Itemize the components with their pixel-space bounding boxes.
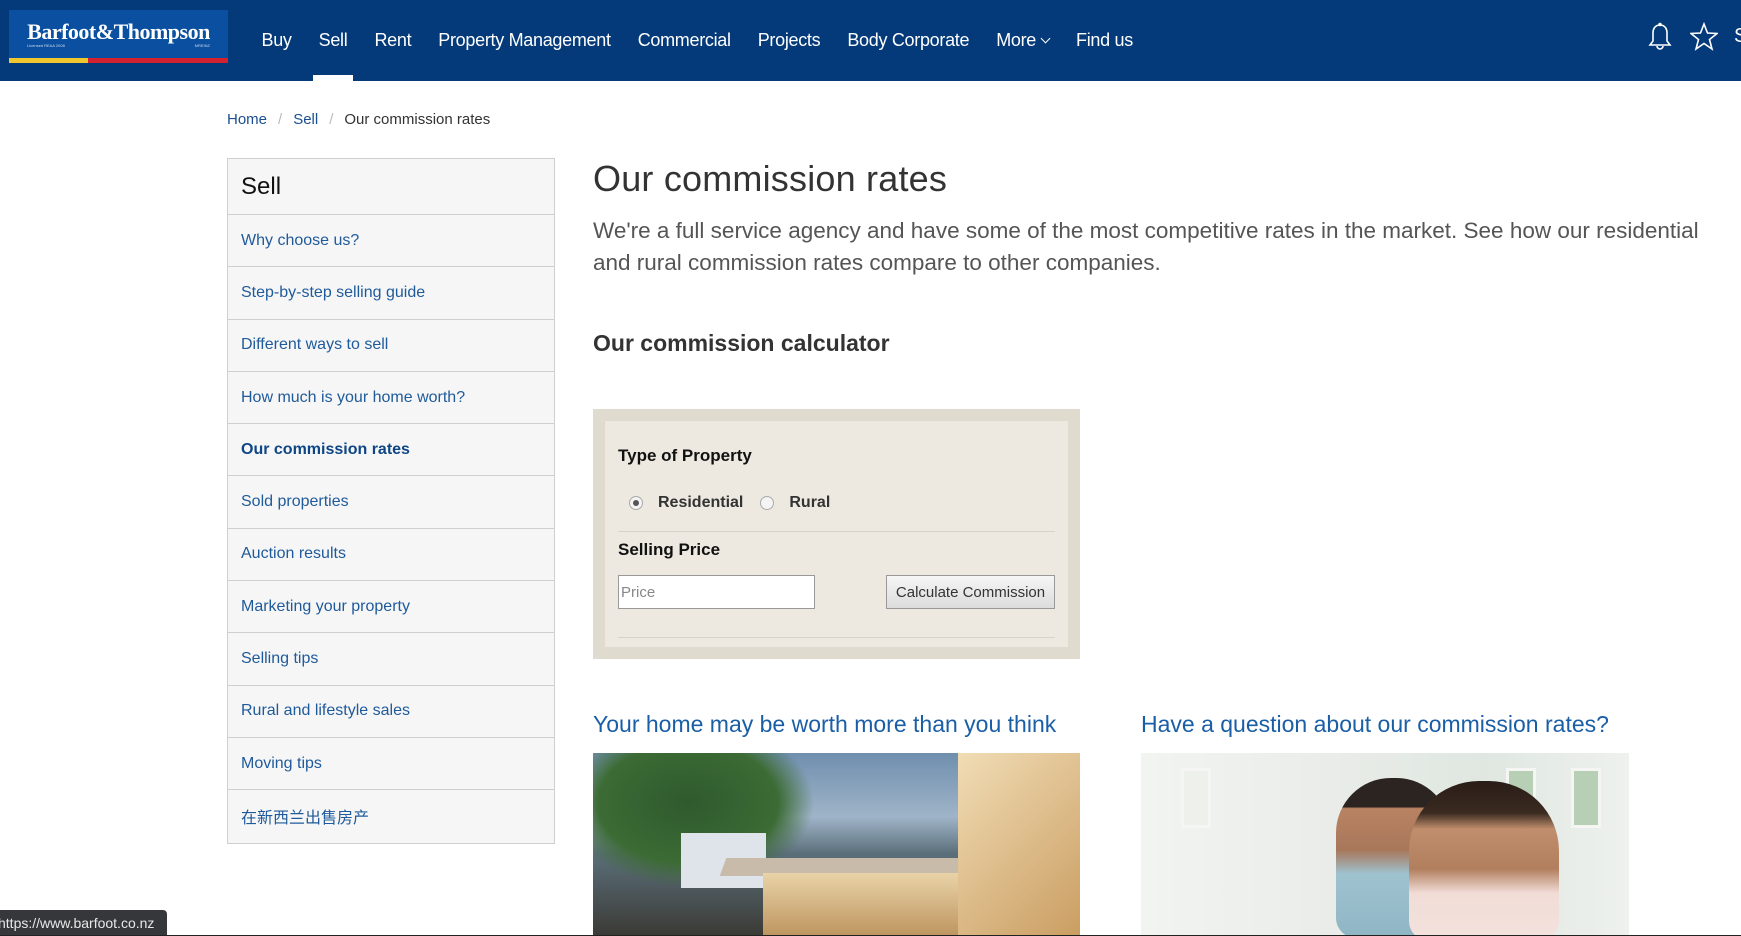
calculator-divider [618,531,1055,532]
house-exterior-image[interactable] [593,753,1080,936]
breadcrumb-home[interactable]: Home [227,111,267,128]
sidebar-title: Sell [228,159,554,215]
logo-stripe [9,58,228,63]
radio-rural-label[interactable]: Rural [789,494,830,512]
sidebar-item-marketing[interactable]: Marketing your property [228,581,554,634]
price-input[interactable] [618,575,815,609]
calculator-heading: Our commission calculator [593,330,890,356]
radio-residential-label[interactable]: Residential [658,494,743,512]
nav-find-us-label: Find us [1076,30,1133,50]
breadcrumb-sell[interactable]: Sell [293,111,318,128]
logo-mreinz-text: MREINZ [194,43,210,48]
sidebar-item-auction-results[interactable]: Auction results [228,529,554,582]
property-type-radio-group: Residential Rural [629,494,847,512]
radio-rural[interactable] [760,496,775,510]
sidebar-item-moving-tips[interactable]: Moving tips [228,738,554,791]
sidebar-item-selling-tips[interactable]: Selling tips [228,633,554,686]
image-wing-shape [958,753,1080,936]
sidebar-item-home-worth[interactable]: How much is your home worth? [228,372,554,425]
type-of-property-label: Type of Property [618,446,752,465]
nav-buy[interactable]: Buy [248,0,305,81]
sidebar-item-sold-properties[interactable]: Sold properties [228,476,554,529]
bell-icon[interactable] [1647,22,1673,52]
sidebar-item-chinese-selling[interactable]: 在新西兰出售房产 [228,790,554,842]
calculate-commission-button[interactable]: Calculate Commission [886,575,1055,609]
commission-calculator: Type of Property Residential Rural Selli… [593,409,1080,659]
sidebar-item-rural-lifestyle[interactable]: Rural and lifestyle sales [228,686,554,738]
image-window-shape [1571,768,1601,828]
calculator-panel: Type of Property Residential Rural Selli… [605,421,1068,647]
star-icon[interactable] [1688,21,1720,52]
nav-rent[interactable]: Rent [361,0,425,81]
card-title-home-worth[interactable]: Your home may be worth more than you thi… [593,711,1056,738]
sell-sidebar-menu: Sell Why choose us? Step-by-step selling… [227,158,555,844]
chevron-down-icon [1040,33,1051,43]
nav-body-corporate-label: Body Corporate [847,30,970,50]
nav-find-us[interactable]: Find us [1063,0,1147,81]
couple-image[interactable] [1141,753,1629,936]
nav-commercial[interactable]: Commercial [624,0,744,81]
nav-property-management[interactable]: Property Management [425,0,624,81]
main-nav: Buy Sell Rent Property Management Commer… [248,0,1146,81]
logo-license-text: Licensed REAA 2008 [27,43,65,48]
breadcrumb-separator: / [278,111,283,128]
image-woman-shape [1409,781,1559,936]
nav-projects-label: Projects [757,30,821,50]
sidebar-item-commission-rates[interactable]: Our commission rates [228,424,554,477]
breadcrumb-separator: / [329,111,334,128]
image-window-shape [1181,768,1211,828]
nav-rent-label: Rent [374,30,412,50]
nav-sell[interactable]: Sell [305,0,361,81]
nav-more-label: More [996,30,1037,50]
nav-buy-label: Buy [261,30,292,50]
header-cutoff-text[interactable]: S [1734,25,1741,48]
radio-residential[interactable] [629,496,643,510]
intro-paragraph: We're a full service agency and have som… [593,218,1699,275]
nav-more-dropdown[interactable]: More [983,0,1063,81]
top-navigation-bar: Barfoot&Thompson Licensed REAA 2008 MREI… [0,0,1741,81]
selling-price-label: Selling Price [618,540,721,559]
breadcrumb: Home / Sell / Our commission rates [227,111,490,128]
page-title: Our commission rates [593,158,948,199]
breadcrumb-current: Our commission rates [344,111,491,128]
sidebar-item-ways-to-sell[interactable]: Different ways to sell [228,320,554,372]
calculator-divider [618,637,1055,638]
nav-property-management-label: Property Management [438,30,611,50]
nav-sell-label: Sell [318,30,348,50]
sidebar-item-why-choose-us[interactable]: Why choose us? [228,215,554,268]
nav-body-corporate[interactable]: Body Corporate [834,0,983,81]
barfoot-thompson-logo[interactable]: Barfoot&Thompson Licensed REAA 2008 MREI… [9,10,228,63]
nav-projects[interactable]: Projects [744,0,834,81]
status-bar-url: https://www.barfoot.co.nz [0,910,167,936]
nav-commercial-label: Commercial [637,30,731,50]
card-title-commission-question[interactable]: Have a question about our commission rat… [1141,711,1609,738]
logo-wordmark: Barfoot&Thompson [27,19,210,44]
sidebar-item-selling-guide[interactable]: Step-by-step selling guide [228,267,554,320]
